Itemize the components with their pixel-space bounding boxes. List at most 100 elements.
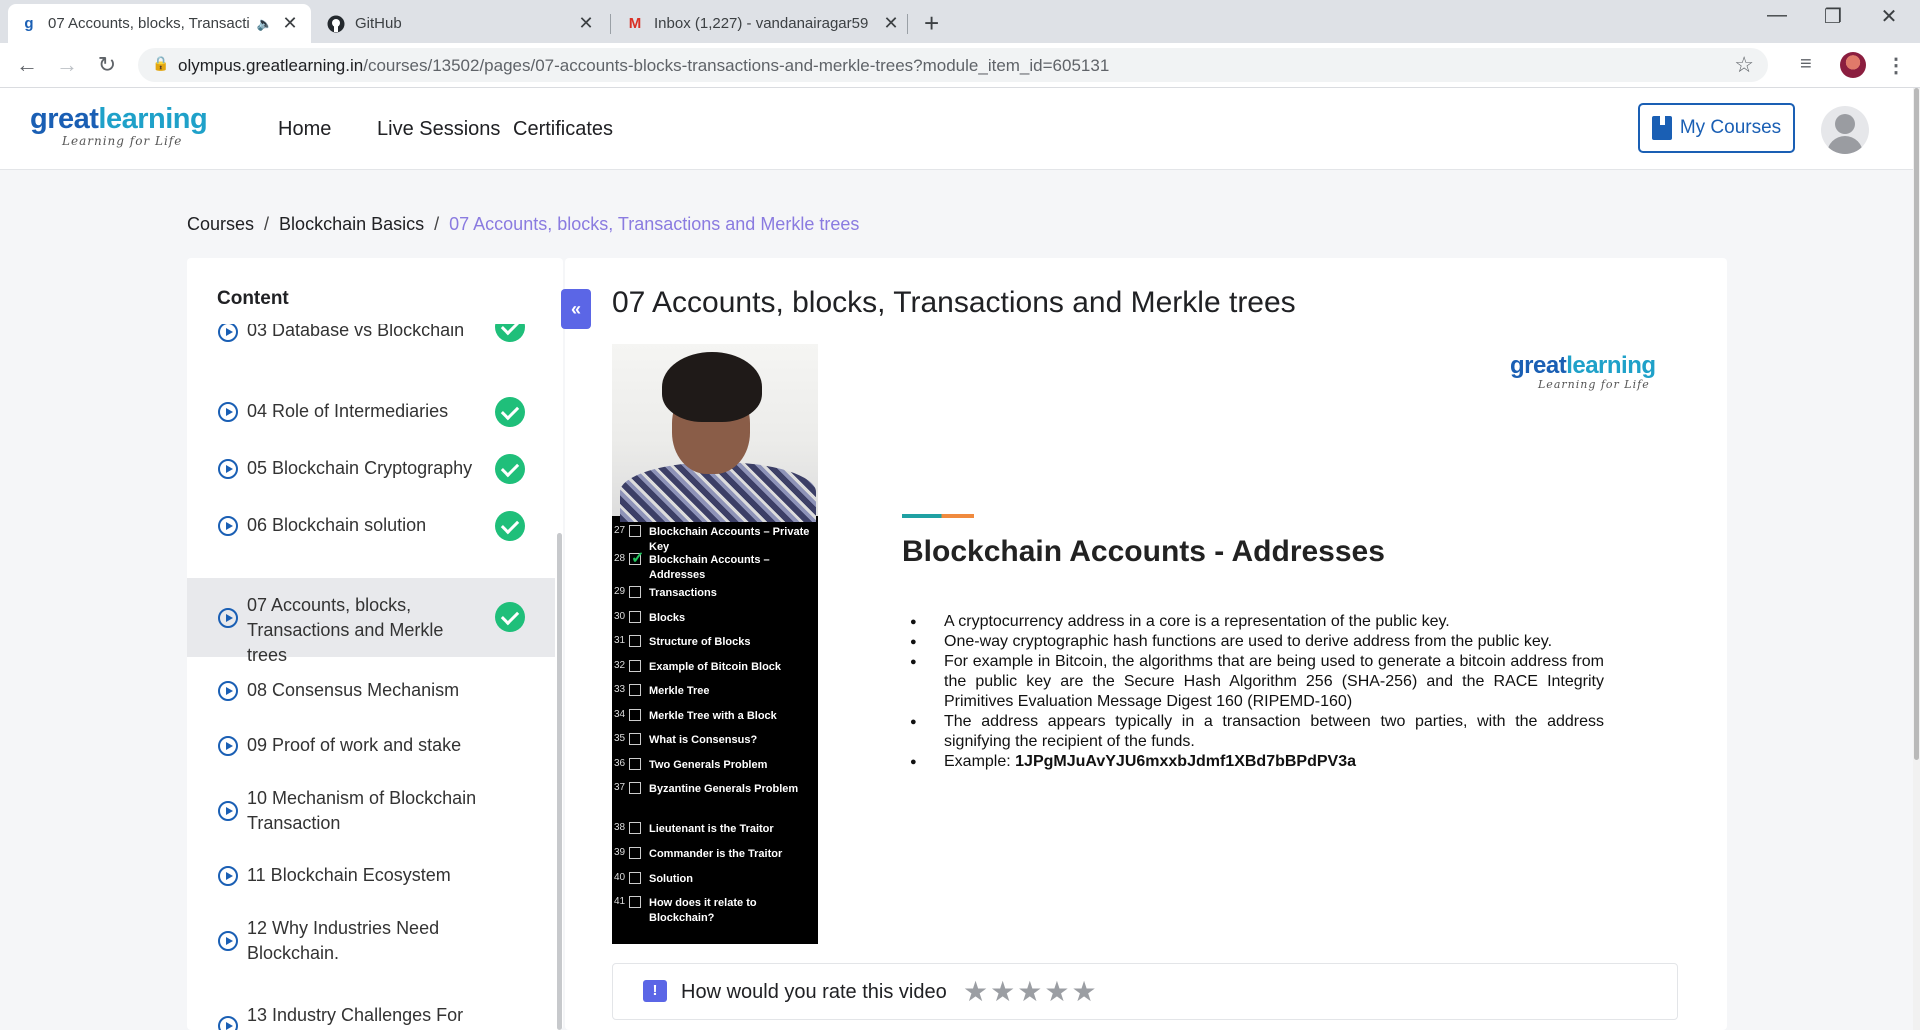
greatlearning-logo[interactable]: greatlearning Learning for Life (30, 104, 208, 148)
check-circle-icon (495, 511, 525, 541)
site-header: greatlearning Learning for Life Home Liv… (0, 88, 1920, 170)
nav-live-sessions[interactable]: Live Sessions (377, 118, 500, 141)
checkbox-icon (629, 611, 641, 623)
my-courses-button[interactable]: My Courses (1638, 103, 1795, 153)
bookmark-star-icon[interactable]: ☆ (1734, 52, 1754, 78)
back-arrow-icon[interactable]: ← (13, 52, 41, 78)
star-icon[interactable]: ★ (1071, 976, 1098, 1007)
check-circle-icon (495, 397, 525, 427)
content-sidebar: Content 03 Database vs Blockchain 04 Rol… (187, 258, 563, 1030)
slide-accent-bar (902, 514, 974, 518)
checked-checkbox-icon (629, 548, 644, 568)
star-icon[interactable]: ★ (1044, 976, 1071, 1007)
tab-gmail[interactable]: M Inbox (1,227) - vandanairagar59 ✕ (614, 4, 912, 43)
page-scrollbar[interactable] (1913, 88, 1920, 1030)
module-item[interactable]: 08 Consensus Mechanism (187, 666, 555, 716)
star-icon[interactable]: ★ (963, 976, 990, 1007)
star-rating[interactable]: ★★★★★ (963, 975, 1099, 1008)
module-item[interactable]: 10 Mechanism of Blockchain Transaction (187, 776, 555, 846)
restore-icon[interactable]: ❐ (1810, 4, 1856, 29)
checkbox-icon (629, 847, 641, 859)
checkbox-icon (629, 822, 641, 834)
checkbox-icon (629, 733, 641, 745)
reload-icon[interactable]: ↻ (93, 52, 121, 78)
module-item[interactable]: 13 Industry Challenges For (187, 996, 555, 1030)
lock-icon: 🔒 (152, 55, 170, 71)
slide-title: Blockchain Accounts - Addresses (902, 535, 1385, 568)
url-bar[interactable]: 🔒 olympus.greatlearning.in/courses/13502… (138, 48, 1768, 82)
nav-home[interactable]: Home (278, 118, 331, 141)
module-item[interactable]: 09 Proof of work and stake (187, 721, 555, 771)
star-icon[interactable]: ★ (990, 976, 1017, 1007)
tab-github[interactable]: GitHub ✕ (315, 4, 607, 43)
play-circle-icon (218, 801, 238, 821)
star-icon[interactable]: ★ (1017, 976, 1044, 1007)
sidebar-heading: Content (217, 288, 289, 309)
feedback-icon: ! (643, 980, 667, 1002)
tab-separator (610, 14, 611, 34)
close-tab-icon[interactable]: ✕ (577, 13, 595, 34)
speaker-icon[interactable]: 🔈 (257, 16, 273, 32)
play-circle-icon (218, 516, 238, 536)
slide-bullet: The address appears typically in a trans… (910, 712, 1604, 752)
checkbox-icon (629, 758, 641, 770)
media-control-icon[interactable]: ≡ (1800, 53, 1812, 76)
play-circle-icon (218, 736, 238, 756)
breadcrumb-courses[interactable]: Courses (187, 214, 254, 234)
nav-certificates[interactable]: Certificates (513, 118, 613, 141)
breadcrumb: Courses / Blockchain Basics/07 Accounts, b… (187, 214, 860, 234)
lecture-slide: greatlearning Learning for Life Blockcha… (818, 344, 1678, 944)
checkbox-icon (629, 872, 641, 884)
sidebar-scrollbar[interactable] (557, 533, 562, 1030)
forward-arrow-icon[interactable]: → (53, 52, 81, 78)
close-window-icon[interactable]: ✕ (1866, 4, 1912, 29)
user-avatar[interactable] (1821, 106, 1869, 154)
slide-bullet-example: Example: 1JPgMJuAvYJU6mxxbJdmf1XBd7bBPdP… (910, 752, 1604, 772)
slide-bullet: One-way cryptographic hash functions are… (910, 632, 1604, 652)
check-circle-icon (495, 324, 525, 342)
collapse-sidebar-button[interactable]: « (561, 289, 591, 329)
module-item[interactable]: 11 Blockchain Ecosystem (187, 851, 555, 901)
module-item[interactable]: 04 Role of Intermediaries (187, 382, 555, 442)
video-player[interactable]: 27Blockchain Accounts – Private Key 28Bl… (612, 344, 1678, 944)
module-item[interactable]: 03 Database vs Blockchain (187, 324, 555, 352)
module-item[interactable]: 12 Why Industries Need Blockchain. (187, 906, 555, 976)
breadcrumb-current: 07 Accounts, blocks, Transactions and Me… (449, 214, 860, 234)
module-item[interactable]: 05 Blockchain Cryptography (187, 439, 555, 499)
video-rating-bar: ! How would you rate this video ★★★★★ (612, 963, 1678, 1020)
play-circle-icon (218, 402, 238, 422)
play-circle-icon (218, 931, 238, 951)
minimize-icon[interactable]: — (1754, 4, 1800, 27)
play-circle-icon (218, 866, 238, 886)
page-title: 07 Accounts, blocks, Transactions and Me… (612, 286, 1296, 319)
tab-separator (907, 14, 908, 34)
instructor-image (612, 344, 818, 522)
slide-bullet-list: A cryptocurrency address in a core is a … (910, 612, 1604, 772)
play-circle-icon (218, 324, 238, 342)
breadcrumb-blockchain-basics[interactable]: Blockchain Basics (279, 214, 424, 234)
tab-title: Inbox (1,227) - vandanairagar59 (654, 15, 869, 32)
close-tab-icon[interactable]: ✕ (281, 13, 299, 34)
play-circle-icon (218, 459, 238, 479)
play-circle-icon (218, 608, 238, 628)
address-toolbar: ← → ↻ 🔒 olympus.greatlearning.in/courses… (0, 43, 1920, 88)
new-tab-icon[interactable]: + (924, 8, 939, 39)
github-icon (327, 15, 345, 33)
close-tab-icon[interactable]: ✕ (882, 13, 900, 34)
book-icon (1651, 116, 1672, 140)
browser-tab-bar: g 07 Accounts, blocks, Transacti 🔈 ✕ Git… (0, 0, 1920, 43)
module-item[interactable]: 06 Blockchain solution (187, 496, 555, 556)
checkbox-icon (629, 782, 641, 794)
profile-avatar-icon[interactable] (1840, 52, 1866, 78)
double-chevron-left-icon: « (570, 298, 581, 319)
tab-title: 07 Accounts, blocks, Transacti (48, 15, 250, 32)
module-item-active[interactable]: 07 Accounts, blocks, Transactions and Me… (187, 578, 555, 665)
check-circle-icon (495, 454, 525, 484)
kebab-menu-icon[interactable]: ⋮ (1886, 53, 1906, 78)
slide-logo: greatlearning Learning for Life (1510, 352, 1656, 392)
instructor-webcam: 27Blockchain Accounts – Private Key 28Bl… (612, 344, 818, 944)
checkbox-icon (629, 586, 641, 598)
rating-question: How would you rate this video (681, 981, 947, 1003)
tab-greatlearning[interactable]: g 07 Accounts, blocks, Transacti 🔈 ✕ (8, 4, 311, 43)
play-circle-icon (218, 1016, 238, 1030)
